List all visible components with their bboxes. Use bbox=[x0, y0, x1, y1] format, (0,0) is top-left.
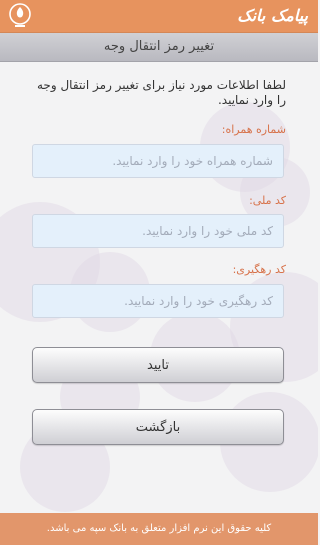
national-id-label: کد ملی: bbox=[249, 194, 286, 207]
bank-emblem-icon bbox=[8, 3, 32, 29]
back-button[interactable]: بازگشت bbox=[32, 409, 284, 445]
brand-logo: پیامک بانک bbox=[224, 3, 308, 29]
form-panel: لطفا اطلاعات مورد نیاز برای تغییر رمز ان… bbox=[0, 62, 318, 513]
tracking-code-label: کد رهگیری: bbox=[232, 263, 286, 276]
submit-button[interactable]: تایید bbox=[32, 347, 284, 383]
tracking-code-input[interactable] bbox=[32, 284, 284, 318]
top-bar: پیامک بانک bbox=[0, 0, 318, 33]
national-id-input[interactable] bbox=[32, 214, 284, 248]
brand-logo-text: پیامک بانک bbox=[237, 6, 308, 25]
page-title: تغییر رمز انتقال وجه bbox=[0, 33, 318, 62]
info-text: لطفا اطلاعات مورد نیاز برای تغییر رمز ان… bbox=[37, 78, 286, 107]
mobile-number-input[interactable] bbox=[32, 144, 284, 178]
footer-copyright: کلیه حقوق این نرم افزار متعلق به بانک سپ… bbox=[0, 513, 318, 545]
mobile-number-label: شماره همراه: bbox=[221, 123, 286, 136]
